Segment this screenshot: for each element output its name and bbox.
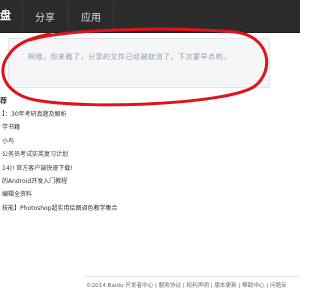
list-item[interactable]: 学书籍 xyxy=(2,121,118,134)
footer-links: ©2014 Baidu 开发者中心 | 服务协议 | 权利声明 | 版本更新 |… xyxy=(86,283,287,289)
recommend-list: 】：30年考研真题及解析 学书籍 小鸟 公务员考试实英复习计划 14)! 官方客… xyxy=(2,108,118,215)
top-nav-bar: 盘 分享 应用 xyxy=(0,0,300,33)
brand-logo-text[interactable]: 盘 xyxy=(0,7,11,23)
nav-divider xyxy=(68,2,69,30)
footer-divider xyxy=(84,276,300,277)
list-item[interactable]: 】：30年考研真题及解析 xyxy=(2,108,118,121)
nav-divider xyxy=(113,2,114,30)
nav-item-apps[interactable]: 应用 xyxy=(81,9,101,24)
list-item[interactable]: 公务员考试实英复习计划 xyxy=(2,148,118,161)
list-item[interactable]: 的Android开发入门教程 xyxy=(2,175,118,188)
share-cancelled-message: 啊哦，你来晚了，分享的文件已经被取消了，下次要早点哟。 xyxy=(28,53,231,61)
recommend-section-title: 荐 xyxy=(0,97,7,105)
list-item[interactable]: 14)! 官方客户端快速下载! xyxy=(2,162,118,175)
list-item[interactable]: 技能】Photoshop超实用绘图调色教学集合 xyxy=(2,202,118,215)
list-item[interactable]: 编辑全资料 xyxy=(2,188,118,201)
nav-item-share[interactable]: 分享 xyxy=(35,9,55,24)
nav-divider xyxy=(22,2,23,30)
notice-box xyxy=(8,38,270,88)
list-item[interactable]: 小鸟 xyxy=(2,135,118,148)
